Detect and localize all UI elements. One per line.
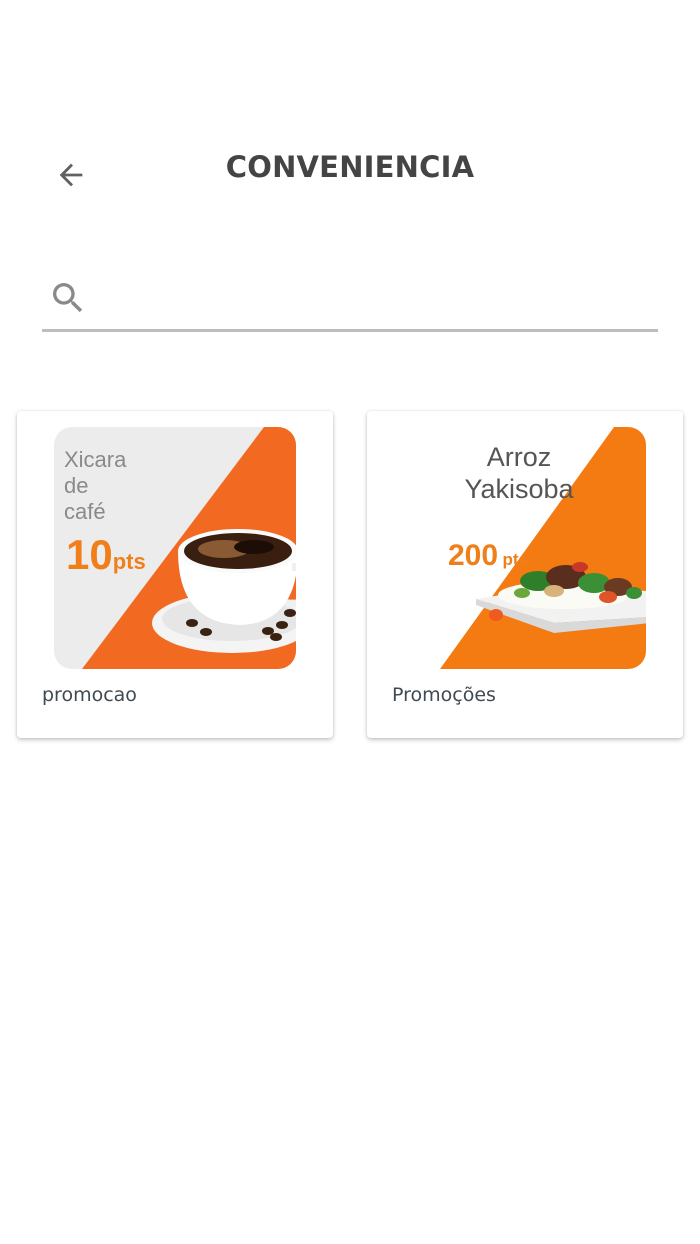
app-header: CONVENIENCIA — [0, 130, 700, 210]
search-bar — [42, 268, 658, 332]
product-points-coffee: 10pts — [66, 531, 146, 578]
product-image-yakisoba: Arroz Yakisoba 200 pts — [404, 427, 646, 669]
product-name-coffee: Xicara de café — [64, 447, 127, 524]
product-points-yakisoba: 200 pts — [448, 539, 529, 572]
card-label-coffee: promocao — [42, 684, 137, 706]
search-icon[interactable] — [48, 278, 88, 318]
search-input[interactable] — [102, 276, 646, 324]
product-image-coffee: Xicara de café 10pts — [54, 427, 296, 669]
card-label-yakisoba: Promoções — [392, 684, 496, 706]
page-title: CONVENIENCIA — [225, 150, 475, 184]
product-name-yakisoba: Arroz Yakisoba — [464, 442, 574, 504]
product-card-coffee[interactable]: Xicara de café 10pts promocao — [17, 411, 333, 738]
product-card-yakisoba[interactable]: Arroz Yakisoba 200 pts Promoções — [367, 411, 683, 738]
